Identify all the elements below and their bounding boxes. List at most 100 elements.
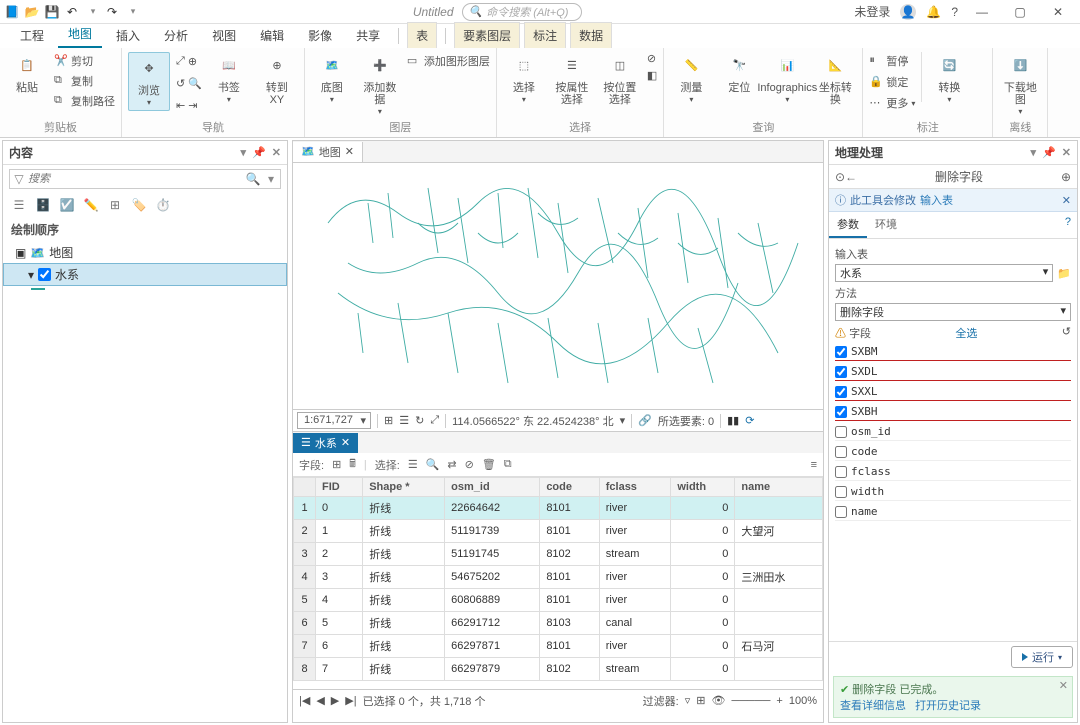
zoom-to-icon[interactable]: 🔍: [426, 458, 440, 471]
map-tool-icon[interactable]: ⊞: [384, 414, 393, 427]
table-row[interactable]: 21折线511917398101river0大望河: [294, 520, 823, 543]
selectbyattr-button[interactable]: ☰按属性选择: [551, 52, 593, 106]
tab-project[interactable]: 工程: [10, 23, 54, 48]
pane-options-icon[interactable]: ▾: [1031, 146, 1037, 159]
reset-icon[interactable]: ↺: [1062, 325, 1071, 341]
table-row[interactable]: 10折线226646428101river0: [294, 497, 823, 520]
tab-edit[interactable]: 编辑: [250, 23, 294, 48]
undo-dropdown-icon[interactable]: [84, 4, 100, 20]
play-icon[interactable]: ▶: [331, 694, 339, 707]
list-by-snapping-icon[interactable]: ⊞: [107, 197, 123, 213]
close-tab-icon[interactable]: ✕: [341, 436, 350, 449]
layer-symbol-swatch[interactable]: [31, 288, 45, 290]
filter-icon[interactable]: ▿: [685, 694, 691, 707]
attribute-table[interactable]: FIDShape *osm_idcodefclasswidthname 10折线…: [293, 477, 823, 689]
column-header[interactable]: FID: [316, 478, 363, 497]
filter-icon[interactable]: ▽: [10, 172, 28, 186]
user-icon[interactable]: 👤: [900, 4, 916, 20]
pane-options-icon[interactable]: ▾: [241, 146, 247, 159]
gp-history-link[interactable]: 打开历史记录: [915, 700, 981, 712]
first-record-icon[interactable]: |◀: [299, 694, 310, 707]
login-state[interactable]: 未登录: [854, 3, 890, 20]
toc-layer-item[interactable]: ▾ 水系: [3, 263, 287, 286]
field-checkbox[interactable]: [835, 486, 847, 498]
browse-icon[interactable]: [1057, 267, 1071, 280]
table-row[interactable]: 43折线546752028101river0三洲田水: [294, 566, 823, 589]
collapse-icon[interactable]: ▾: [28, 268, 34, 282]
tab-imagery[interactable]: 影像: [298, 23, 342, 48]
tab-view[interactable]: 视图: [202, 23, 246, 48]
search-options-icon[interactable]: ▾: [262, 172, 280, 186]
layer-visibility-checkbox[interactable]: [38, 268, 51, 281]
scale-selector[interactable]: 1:671,727▾: [297, 412, 371, 429]
copypath-button[interactable]: ⧉复制路径: [54, 92, 115, 110]
tab-map[interactable]: 地图: [58, 21, 102, 48]
close-icon[interactable]: ✕: [1062, 194, 1071, 207]
close-icon[interactable]: ✕: [1059, 679, 1068, 692]
copy-button[interactable]: ⧉复制: [54, 72, 115, 90]
field-checkbox-row[interactable]: width: [835, 483, 1071, 501]
field-checkbox-row[interactable]: fclass: [835, 463, 1071, 481]
tab-share[interactable]: 共享: [346, 23, 390, 48]
map-tool-icon[interactable]: ↻: [415, 414, 424, 427]
map-tool-icon[interactable]: ☰: [399, 414, 409, 427]
pause-button[interactable]: ⏸暂停: [869, 52, 915, 70]
gp-details-link[interactable]: 查看详细信息: [840, 700, 906, 712]
select-button[interactable]: ⬚选择▾: [503, 52, 545, 105]
close-tab-icon[interactable]: ✕: [345, 145, 354, 158]
filter3-icon[interactable]: 👁: [711, 694, 725, 707]
map-view-tab[interactable]: 🗺️ 地图 ✕: [293, 142, 363, 162]
back-icon[interactable]: ⊙←: [835, 170, 857, 184]
field-checkbox-row[interactable]: osm_id: [835, 423, 1071, 441]
collapse-icon[interactable]: ▣: [15, 246, 26, 260]
explore-button[interactable]: ✥ 浏览▾: [128, 52, 170, 111]
more-button[interactable]: ⋯更多▾: [869, 94, 915, 112]
list-by-source-icon[interactable]: 🗄️: [35, 197, 51, 213]
field-checkbox-row[interactable]: code: [835, 443, 1071, 461]
search-icon[interactable]: 🔍: [244, 172, 262, 186]
clear-selection-icon[interactable]: ⊘: [465, 458, 474, 471]
column-header[interactable]: [294, 478, 316, 497]
nav-tool-3[interactable]: ⇤⇥: [176, 96, 202, 114]
close-button[interactable]: ✕: [1044, 2, 1072, 22]
save-icon[interactable]: 💾: [44, 4, 60, 20]
paste-button[interactable]: 📋 粘贴: [6, 52, 48, 94]
ctx-tab-featurelayer[interactable]: 要素图层: [454, 22, 520, 48]
map-tool-icon[interactable]: ⤢: [430, 414, 439, 427]
list-by-editing-icon[interactable]: ✏️: [83, 197, 99, 213]
tab-insert[interactable]: 插入: [106, 23, 150, 48]
redo-icon[interactable]: ↷: [104, 4, 120, 20]
copy-icon[interactable]: ⧉: [504, 458, 512, 471]
downloadmap-button[interactable]: ⬇️下载地图▾: [999, 52, 1041, 117]
gp-tab-params[interactable]: 参数: [829, 212, 867, 238]
field-checkbox[interactable]: [835, 466, 847, 478]
new-project-icon[interactable]: 📘: [4, 4, 20, 20]
field-checkbox[interactable]: [835, 506, 847, 518]
help-icon[interactable]: ?: [951, 5, 958, 19]
open-project-icon[interactable]: 📂: [24, 4, 40, 20]
filter2-icon[interactable]: ⊞: [696, 694, 705, 707]
undo-icon[interactable]: ↶: [64, 4, 80, 20]
calc-field-icon[interactable]: 🖩: [349, 455, 356, 474]
redo-dropdown-icon[interactable]: [124, 4, 140, 20]
notification-icon[interactable]: 🔔: [926, 5, 941, 19]
tab-analysis[interactable]: 分析: [154, 23, 198, 48]
pane-pin-icon[interactable]: 📌: [1042, 146, 1056, 159]
table-row[interactable]: 54折线608068898101river0: [294, 589, 823, 612]
field-checkbox-row[interactable]: SXXL: [835, 383, 1071, 401]
toc-map-item[interactable]: ▣ 🗺️ 地图: [3, 242, 287, 263]
table-row[interactable]: 87折线662978798102stream0: [294, 658, 823, 681]
convert-button[interactable]: 🔄转换▾: [928, 52, 970, 105]
table-menu-icon[interactable]: ≡: [811, 459, 817, 471]
add-icon[interactable]: ⊕: [1061, 170, 1071, 184]
select-by-attr-icon[interactable]: ☰: [408, 458, 418, 471]
selection-tool-icon[interactable]: ⊘: [647, 52, 657, 65]
gp-tab-env[interactable]: 环境: [867, 212, 905, 238]
delete-icon[interactable]: 🗑: [482, 458, 496, 471]
ctx-tab-labeling[interactable]: 标注: [524, 22, 566, 48]
column-header[interactable]: osm_id: [445, 478, 540, 497]
column-header[interactable]: code: [540, 478, 599, 497]
in-table-input[interactable]: 水系▾: [835, 264, 1053, 282]
table-row[interactable]: 65折线662917128103canal0: [294, 612, 823, 635]
field-checkbox-row[interactable]: SXDL: [835, 363, 1071, 381]
